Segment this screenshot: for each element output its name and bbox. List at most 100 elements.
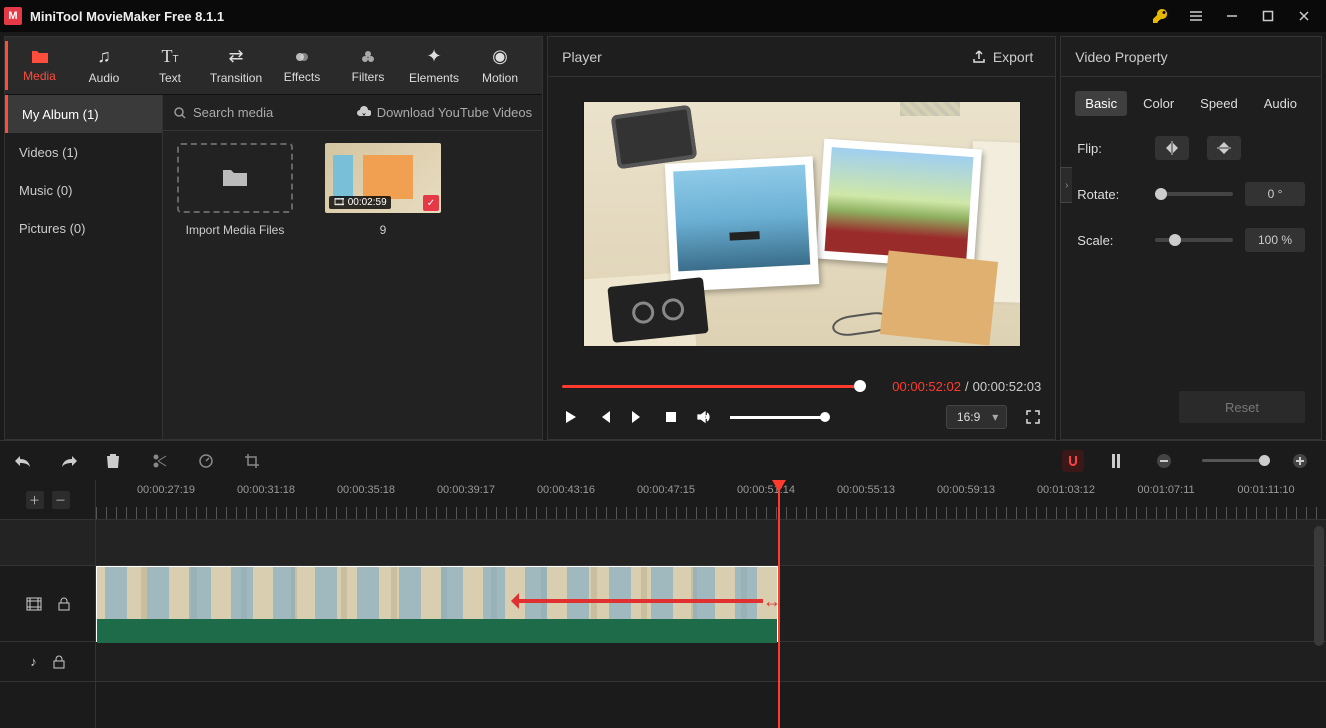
export-button[interactable]: Export <box>963 45 1041 69</box>
scrub-bar[interactable] <box>562 377 866 395</box>
import-media-box[interactable]: Import Media Files <box>175 143 295 237</box>
reset-button[interactable]: Reset <box>1179 391 1305 423</box>
search-media[interactable]: Search media <box>173 105 357 120</box>
transition-icon: ⇄ <box>228 46 243 67</box>
ruler-tick-label: 00:01:07:11 <box>1137 484 1194 496</box>
remove-track-button[interactable]: － <box>52 491 70 509</box>
window-maximize-button[interactable] <box>1250 0 1286 32</box>
flip-vertical-button[interactable] <box>1207 136 1241 160</box>
redo-button[interactable] <box>60 454 80 468</box>
filters-icon <box>359 48 377 66</box>
ruler-tick-label: 00:00:39:17 <box>437 484 495 496</box>
lock-icon[interactable] <box>58 597 70 611</box>
check-icon: ✓ <box>423 195 439 211</box>
download-label: Download YouTube Videos <box>377 105 532 120</box>
tool-tab-audio[interactable]: ♫ Audio <box>71 41 137 90</box>
speed-button[interactable] <box>198 453 218 469</box>
download-youtube-link[interactable]: Download YouTube Videos <box>357 105 532 120</box>
sidebar-item-videos[interactable]: Videos (1) <box>5 133 162 171</box>
duration-badge: 🎞 00:02:59 <box>329 196 391 209</box>
rotate-label: Rotate: <box>1077 187 1155 202</box>
undo-button[interactable] <box>14 454 34 468</box>
media-area: Search media Download YouTube Videos <box>163 95 542 439</box>
marker-button[interactable] <box>1110 453 1130 469</box>
tool-tab-effects[interactable]: Effects <box>269 41 335 90</box>
window-close-button[interactable] <box>1286 0 1322 32</box>
scale-label: Scale: <box>1077 233 1155 248</box>
timeline-body[interactable]: 00:00:27:1900:00:31:1800:00:35:1800:00:3… <box>96 480 1326 728</box>
player-title: Player <box>562 49 602 65</box>
tool-tab-motion[interactable]: ◉ Motion <box>467 41 533 90</box>
video-track-head <box>0 566 95 642</box>
rotate-value[interactable]: 0 ° <box>1245 182 1305 206</box>
scale-value[interactable]: 100 % <box>1245 228 1305 252</box>
tool-tab-label: Effects <box>284 70 320 84</box>
ruler-tick-label: 00:01:03:12 <box>1037 484 1095 496</box>
aspect-ratio-select[interactable]: 16:9 <box>946 405 1007 429</box>
tool-tab-elements[interactable]: ✦ Elements <box>401 41 467 90</box>
tool-tab-text[interactable]: TT Text <box>137 41 203 90</box>
prop-tab-color[interactable]: Color <box>1133 91 1184 116</box>
ruler-tick-label: 00:00:35:18 <box>337 484 395 496</box>
play-button[interactable] <box>562 409 578 425</box>
delete-button[interactable] <box>106 453 126 469</box>
download-icon <box>357 106 371 120</box>
lock-icon[interactable] <box>53 655 65 669</box>
tool-tab-filters[interactable]: Filters <box>335 41 401 90</box>
sidebar-item-music[interactable]: Music (0) <box>5 171 162 209</box>
video-clip[interactable] <box>96 566 778 642</box>
prev-frame-button[interactable] <box>596 409 612 425</box>
current-time: 00:00:52:02 <box>892 379 961 394</box>
audio-lane[interactable] <box>96 642 1326 682</box>
tool-tabs: Media ♫ Audio TT Text ⇄ Transition Effec… <box>5 37 542 95</box>
prop-tab-basic[interactable]: Basic <box>1075 91 1127 116</box>
window-minimize-button[interactable] <box>1214 0 1250 32</box>
search-placeholder: Search media <box>193 105 273 120</box>
tool-tab-transition[interactable]: ⇄ Transition <box>203 41 269 90</box>
time-ruler[interactable]: 00:00:27:1900:00:31:1800:00:35:1800:00:3… <box>96 480 1326 520</box>
next-frame-button[interactable] <box>630 409 646 425</box>
ruler-tick-label: 00:00:55:13 <box>837 484 895 496</box>
volume-icon[interactable] <box>696 409 712 425</box>
split-button[interactable] <box>152 453 172 469</box>
flip-horizontal-button[interactable] <box>1155 136 1189 160</box>
zoom-out-button[interactable] <box>1156 453 1176 469</box>
vertical-scrollbar[interactable] <box>1314 526 1324 646</box>
playhead[interactable] <box>778 480 780 728</box>
effects-icon <box>293 48 311 66</box>
preview-area[interactable] <box>548 77 1055 371</box>
add-track-button[interactable]: ＋ <box>26 491 44 509</box>
scale-slider[interactable] <box>1155 238 1233 242</box>
audio-track-icon: ♪ <box>30 654 37 669</box>
library-panel: Media ♫ Audio TT Text ⇄ Transition Effec… <box>4 36 543 440</box>
tool-tab-label: Text <box>159 71 181 85</box>
panel-collapse-toggle[interactable]: › <box>1060 167 1072 203</box>
snap-toggle[interactable] <box>1062 450 1084 472</box>
app-title: MiniTool MovieMaker Free 8.1.1 <box>30 9 1142 24</box>
album-sidebar: My Album (1) Videos (1) Music (0) Pictur… <box>5 95 163 439</box>
ruler-tick-label: 00:00:27:19 <box>137 484 195 496</box>
menu-icon[interactable] <box>1178 0 1214 32</box>
tool-tab-media[interactable]: Media <box>5 41 71 90</box>
sidebar-item-my-album[interactable]: My Album (1) <box>5 95 162 133</box>
prop-tab-speed[interactable]: Speed <box>1190 91 1248 116</box>
zoom-in-button[interactable] <box>1292 453 1312 469</box>
rotate-slider[interactable] <box>1155 192 1233 196</box>
title-bar: M MiniTool MovieMaker Free 8.1.1 <box>0 0 1326 32</box>
media-clip-item[interactable]: 🎞 00:02:59 ✓ 9 <box>323 143 443 237</box>
fullscreen-button[interactable] <box>1025 409 1041 425</box>
zoom-slider[interactable] <box>1202 459 1266 462</box>
stop-button[interactable] <box>664 410 678 424</box>
ruler-tick-label: 00:00:51:14 <box>737 484 795 496</box>
prop-tab-audio[interactable]: Audio <box>1254 91 1307 116</box>
ruler-tick-label: 00:00:59:13 <box>937 484 995 496</box>
crop-button[interactable] <box>244 453 264 469</box>
total-time: 00:00:52:03 <box>973 379 1042 394</box>
preview-canvas <box>584 102 1020 346</box>
license-key-icon[interactable] <box>1142 0 1178 32</box>
sidebar-item-pictures[interactable]: Pictures (0) <box>5 209 162 247</box>
video-lane[interactable] <box>96 566 1326 642</box>
tool-tab-label: Transition <box>210 71 262 85</box>
ruler-tick-label: 00:00:47:15 <box>637 484 695 496</box>
volume-slider[interactable] <box>730 416 826 419</box>
